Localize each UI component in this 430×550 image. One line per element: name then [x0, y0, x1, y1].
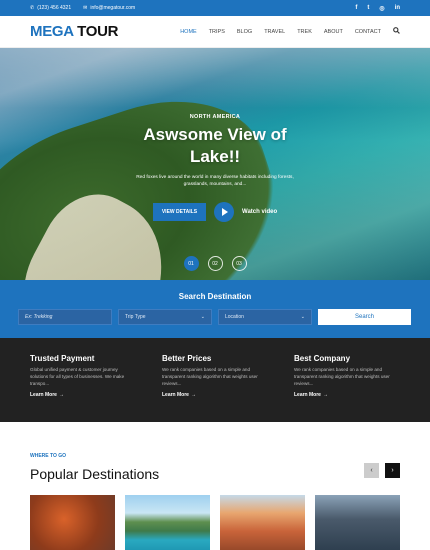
learn-more-label: Learn More	[30, 392, 57, 399]
feature-text: Global unified payment & customer journe…	[30, 367, 125, 386]
hero-actions: VIEW DETAILS Watch video	[0, 202, 430, 222]
nav-item-trek[interactable]: TREK	[297, 29, 312, 35]
carousel-next-button[interactable]: ›	[385, 463, 400, 478]
destination-cards	[30, 495, 400, 550]
search-form: Ex: Trekking Trip Type ⌄ Location ⌄ Search	[18, 309, 412, 325]
feature-text: We rank companies based on a simple and …	[294, 367, 390, 386]
hero-slider: NORTH AMERICA Aswsome View of Lake!! Red…	[0, 48, 430, 280]
feature-title: Best Company	[294, 354, 351, 363]
play-icon[interactable]	[214, 202, 235, 222]
hero-eyebrow: NORTH AMERICA	[189, 114, 241, 120]
nav-menu: HOME TRIPS BLOG TRAVEL TREK ABOUT CONTAC…	[180, 27, 400, 36]
search-title: Search Destination	[178, 292, 252, 301]
main-navigation: MEGA TOUR HOME TRIPS BLOG TRAVEL TREK AB…	[0, 16, 430, 48]
phone-contact[interactable]: ✆ (123) 456 4321	[30, 5, 71, 11]
search-button[interactable]: Search	[318, 309, 411, 325]
nav-item-contact[interactable]: CONTACT	[355, 29, 381, 35]
instagram-icon[interactable]: ◎	[379, 5, 384, 12]
facebook-icon[interactable]: f	[355, 5, 357, 12]
carousel-controls: ‹ ›	[364, 463, 400, 478]
hero-sky	[0, 48, 430, 108]
nav-item-home[interactable]: HOME	[180, 29, 197, 35]
hero-title-line2: Lake!!	[189, 147, 241, 166]
feature-best-company: Best Company We rank companies based on …	[294, 354, 398, 422]
destination-card-image[interactable]	[125, 495, 210, 550]
arrow-right-icon: →	[58, 392, 64, 399]
feature-text: We rank companies based on a simple and …	[162, 367, 258, 386]
features-band: Trusted Payment Global unified payment &…	[0, 338, 430, 422]
phone-number: (123) 456 4321	[37, 5, 72, 11]
trip-type-select[interactable]: Trip Type ⌄	[118, 309, 212, 325]
twitter-icon[interactable]: t	[367, 5, 369, 12]
nav-item-blog[interactable]: BLOG	[237, 29, 252, 35]
logo-part-tour: TOUR	[77, 23, 119, 40]
feature-trusted-payment: Trusted Payment Global unified payment &…	[30, 354, 134, 422]
view-details-button[interactable]: VIEW DETAILS	[152, 203, 207, 221]
logo-part-mega: MEGA	[30, 23, 74, 40]
slide-dot-2[interactable]: 02	[207, 256, 223, 271]
linkedin-icon[interactable]: in	[395, 5, 400, 12]
nav-item-about[interactable]: ABOUT	[324, 29, 343, 35]
slide-dot-1[interactable]: 01	[183, 256, 199, 271]
mail-icon: ✉	[83, 5, 88, 11]
trip-type-label: Trip Type	[125, 314, 146, 320]
location-select[interactable]: Location ⌄	[218, 309, 312, 325]
top-bar: ✆ (123) 456 4321 ✉ info@megatour.com f t ◎…	[0, 0, 430, 16]
location-label: Location	[225, 314, 244, 320]
email-address: info@megatour.com	[90, 5, 136, 11]
email-contact[interactable]: ✉ info@megatour.com	[83, 5, 135, 11]
learn-more-label: Learn More	[294, 392, 321, 399]
phone-icon: ✆	[30, 5, 35, 11]
hero-title: Aswsome View of Lake!!	[0, 124, 430, 168]
learn-more-link[interactable]: Learn More →	[294, 392, 398, 398]
hero-content: NORTH AMERICA Aswsome View of Lake!! Red…	[0, 114, 430, 222]
chevron-down-icon: ⌄	[300, 314, 305, 320]
keyword-input[interactable]: Ex: Trekking	[18, 309, 112, 325]
slider-pagination: 01 02 03	[0, 256, 430, 271]
feature-better-prices: Better Prices We rank companies based on…	[162, 354, 266, 422]
watch-video-link[interactable]: Watch video	[242, 209, 277, 215]
nav-item-trips[interactable]: TRIPS	[209, 29, 225, 35]
destination-card-image[interactable]	[30, 495, 115, 550]
feature-title: Trusted Payment	[30, 354, 95, 363]
hero-title-line1: Aswsome View of	[143, 125, 287, 144]
feature-title: Better Prices	[162, 354, 212, 363]
site-logo[interactable]: MEGA TOUR	[30, 23, 118, 40]
destination-card-image[interactable]	[315, 495, 400, 550]
hero-description: Red foxes live around the world in many …	[136, 175, 294, 187]
popular-destinations-section: WHERE TO GO Popular Destinations ‹ ›	[0, 422, 430, 550]
search-icon[interactable]	[393, 27, 400, 36]
learn-more-label: Learn More	[162, 392, 189, 399]
carousel-prev-button[interactable]: ‹	[364, 463, 379, 478]
nav-item-travel[interactable]: TRAVEL	[264, 29, 285, 35]
contact-info: ✆ (123) 456 4321 ✉ info@megatour.com	[30, 5, 135, 11]
keyword-placeholder: Ex: Trekking	[25, 314, 53, 320]
destination-card-image[interactable]	[220, 495, 305, 550]
arrow-right-icon: →	[322, 392, 328, 399]
destinations-eyebrow: WHERE TO GO	[30, 453, 67, 459]
chevron-down-icon: ⌄	[200, 314, 205, 320]
social-links: f t ◎ in	[355, 5, 400, 12]
learn-more-link[interactable]: Learn More →	[30, 392, 134, 398]
slide-dot-3[interactable]: 03	[231, 256, 247, 271]
learn-more-link[interactable]: Learn More →	[162, 392, 266, 398]
search-destination-panel: Search Destination Ex: Trekking Trip Typ…	[0, 280, 430, 338]
destinations-title: Popular Destinations	[30, 466, 160, 482]
arrow-right-icon: →	[190, 392, 196, 399]
